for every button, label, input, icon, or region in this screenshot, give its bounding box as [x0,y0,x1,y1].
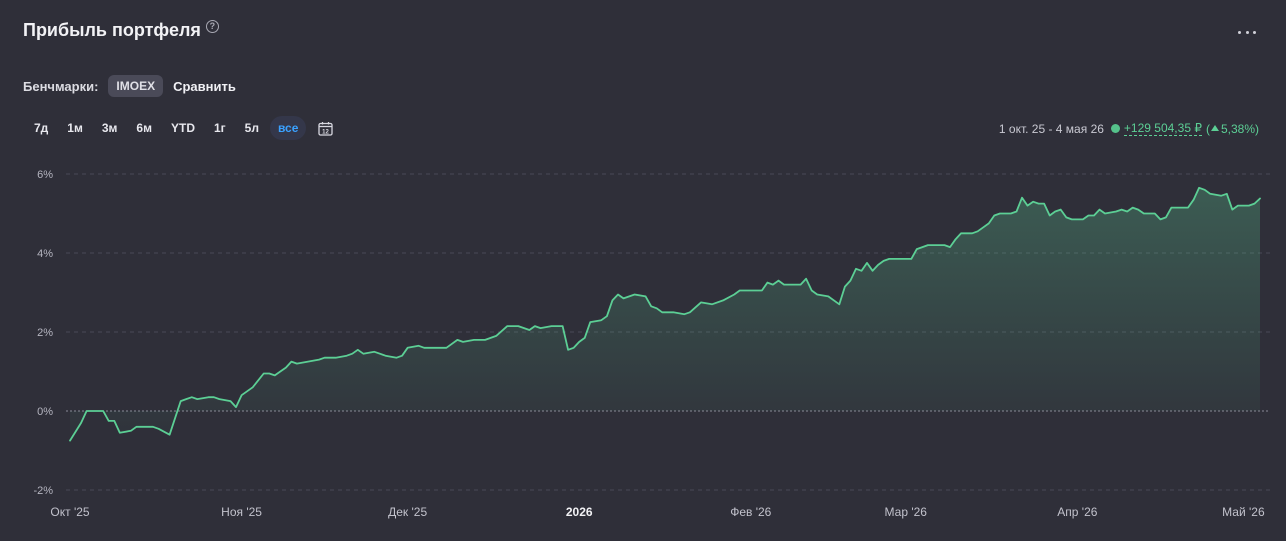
x-tick-label: Фев '26 [730,505,771,519]
y-tick-label: 0% [37,406,53,418]
x-tick-label: Ноя '25 [221,505,262,519]
x-tick-label: Апр '26 [1057,505,1097,519]
y-tick-label: -2% [33,485,53,497]
series-area [70,187,1260,441]
y-tick-label: 6% [37,169,53,181]
profit-chart[interactable]: -2% 0% 2% 4% 6% Окт '25 Ноя '25 Дек '25 2026 Фев … [0,0,1286,541]
y-tick-label: 4% [37,248,53,260]
x-tick-label: Дек '25 [388,505,427,519]
x-tick-label: Мар '26 [885,505,928,519]
y-tick-label: 2% [37,327,53,339]
x-tick-label: 2026 [566,505,593,519]
x-tick-label: Май '26 [1222,505,1265,519]
x-tick-label: Окт '25 [50,505,90,519]
